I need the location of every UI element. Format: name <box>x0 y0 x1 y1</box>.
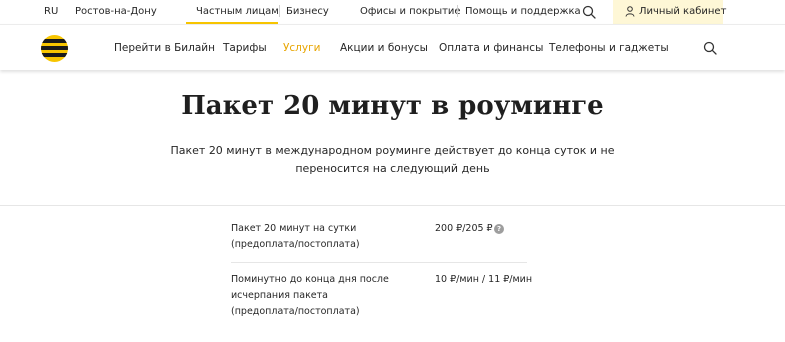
language-switch[interactable]: RU <box>44 6 58 17</box>
segment-private[interactable]: Частным лицам <box>196 6 279 17</box>
info-icon[interactable]: ? <box>494 224 504 234</box>
price-row-label: Поминутно до конца дня после исчерпания … <box>231 272 389 320</box>
top-utility-bar: RU Ростов-на-Дону Частным лицам Бизнесу … <box>0 0 785 24</box>
main-navigation: Перейти в Билайн Тарифы Услуги Акции и б… <box>0 24 785 70</box>
price-row-label: Пакет 20 минут на сутки (предоплата/пост… <box>231 221 360 253</box>
label-line: (предоплата/постоплата) <box>231 239 360 250</box>
beeline-logo[interactable] <box>41 35 68 62</box>
price-row-value: 200 ₽/205 ₽ <box>435 223 493 234</box>
page-subtitle: Пакет 20 минут в международном роуминге … <box>150 142 635 178</box>
search-icon[interactable] <box>582 5 596 19</box>
region-selector[interactable]: Ростов-на-Дону <box>75 6 157 17</box>
nav-item-phones[interactable]: Телефоны и гаджеты <box>549 42 669 54</box>
personal-cabinet-label: Личный кабинет <box>639 6 727 17</box>
nav-item-tariffs[interactable]: Тарифы <box>223 42 267 54</box>
price-row-value: 10 ₽/мин / 11 ₽/мин <box>435 274 533 285</box>
page-title: Пакет 20 минут в роуминге <box>181 91 604 121</box>
nav-item-payments[interactable]: Оплата и финансы <box>439 42 543 54</box>
label-line: Поминутно до конца дня после <box>231 274 389 285</box>
label-line: (предоплата/постоплата) <box>231 306 360 317</box>
help-link[interactable]: Помощь и поддержка <box>465 6 581 17</box>
link-separator <box>457 5 458 17</box>
nav-item-go-to-beeline[interactable]: Перейти в Билайн <box>114 42 215 54</box>
row-divider <box>231 262 527 263</box>
segment-separator <box>279 5 280 17</box>
section-divider <box>0 205 785 206</box>
personal-cabinet-button[interactable]: Личный кабинет <box>613 0 727 24</box>
nav-item-services[interactable]: Услуги <box>283 42 320 54</box>
segment-business[interactable]: Бизнесу <box>286 6 329 17</box>
label-line: исчерпания пакета <box>231 290 329 301</box>
offices-link[interactable]: Офисы и покрытие <box>360 6 461 17</box>
subtitle-line: переносится на следующий день <box>295 162 490 175</box>
nav-item-promotions[interactable]: Акции и бонусы <box>340 42 428 54</box>
user-icon <box>625 6 635 17</box>
label-line: Пакет 20 минут на сутки <box>231 223 357 234</box>
search-icon[interactable] <box>703 41 717 55</box>
subtitle-line: Пакет 20 минут в международном роуминге … <box>170 144 615 157</box>
